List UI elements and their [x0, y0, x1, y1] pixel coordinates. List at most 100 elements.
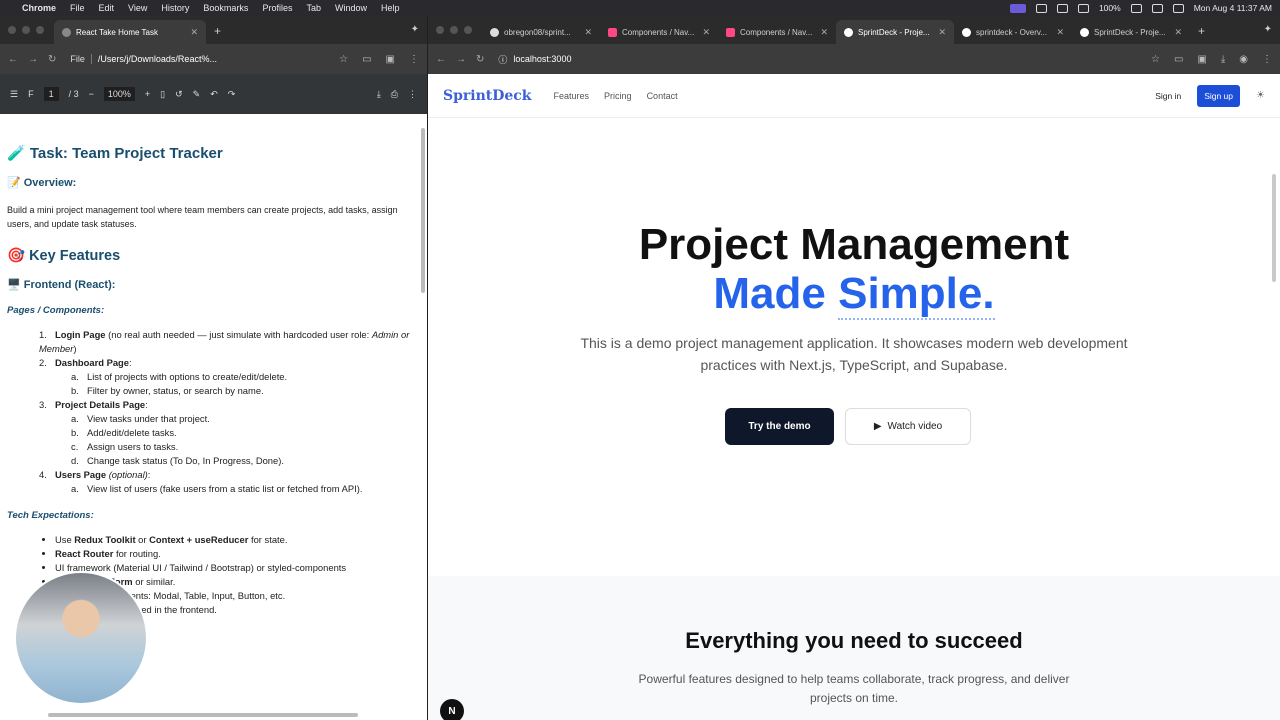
- browser-tab[interactable]: Components / Nav... ✕: [718, 20, 836, 44]
- menu-view[interactable]: View: [128, 3, 147, 13]
- rotate-icon[interactable]: ↺: [175, 89, 183, 100]
- nav-features[interactable]: Features: [554, 91, 590, 101]
- site-logo[interactable]: SprintDeck: [443, 88, 532, 104]
- more-vert-icon[interactable]: ⋮: [408, 89, 417, 100]
- url-text[interactable]: /Users/j/Downloads/React%...: [98, 54, 217, 64]
- forward-icon[interactable]: →: [456, 54, 466, 65]
- url-field[interactable]: ⓘ localhost:3000: [494, 49, 1141, 69]
- bookmark-star-icon[interactable]: ☆: [1151, 54, 1160, 65]
- extensions-icon[interactable]: ▣: [386, 54, 395, 65]
- screen-record-icon[interactable]: [1009, 3, 1026, 13]
- menu-history[interactable]: History: [161, 3, 189, 13]
- back-icon[interactable]: ←: [436, 54, 446, 65]
- cast-icon[interactable]: ▭: [1174, 54, 1183, 65]
- new-tab-button[interactable]: +: [206, 24, 229, 44]
- tab-react-take-home[interactable]: React Take Home Task ✕: [54, 20, 206, 44]
- browser-tab[interactable]: SprintDeck - Proje... ✕: [1072, 20, 1190, 44]
- profile-icon[interactable]: ◉: [1239, 54, 1248, 65]
- close-window-button[interactable]: [436, 26, 444, 34]
- nextjs-dev-badge[interactable]: N: [440, 699, 464, 720]
- sub-letter: a.: [71, 413, 79, 424]
- window-controls: [428, 26, 482, 44]
- extensions-icon[interactable]: ▣: [1197, 54, 1206, 65]
- try-demo-button[interactable]: Try the demo: [725, 408, 834, 445]
- minimize-window-button[interactable]: [22, 26, 30, 34]
- cast-icon[interactable]: ▭: [362, 54, 371, 65]
- zoom-level[interactable]: 100%: [103, 87, 135, 101]
- close-tab-icon[interactable]: ✕: [1056, 27, 1064, 38]
- horizontal-scrollbar[interactable]: [48, 713, 358, 717]
- tech-text: or: [135, 534, 150, 545]
- reload-icon[interactable]: ↻: [476, 54, 484, 65]
- forward-icon[interactable]: →: [28, 54, 38, 65]
- site-info-icon[interactable]: ⓘ: [498, 53, 507, 66]
- download-icon[interactable]: ⤓: [377, 89, 381, 100]
- tab-strip: obregon08/sprint... ✕ Components / Nav... ✕…: [428, 16, 1280, 44]
- search-icon[interactable]: [1172, 3, 1184, 13]
- close-tab-icon[interactable]: ✕: [702, 27, 710, 38]
- close-window-button[interactable]: [8, 26, 16, 34]
- menu-file[interactable]: File: [70, 3, 85, 13]
- sign-in-button[interactable]: Sign in: [1149, 87, 1187, 105]
- url-field[interactable]: File /Users/j/Downloads/React%...: [66, 49, 329, 69]
- tab-search-icon[interactable]: ✦: [1264, 24, 1272, 35]
- more-icon[interactable]: ⋮: [1262, 54, 1272, 65]
- menu-tab[interactable]: Tab: [306, 3, 321, 13]
- undo-icon[interactable]: ↶: [210, 89, 218, 100]
- menu-edit[interactable]: Edit: [99, 3, 115, 13]
- vertical-scrollbar[interactable]: [1272, 174, 1276, 282]
- redo-icon[interactable]: ↷: [228, 89, 236, 100]
- nav-pricing[interactable]: Pricing: [604, 91, 632, 101]
- nav-contact[interactable]: Contact: [647, 91, 678, 101]
- zoom-window-button[interactable]: [464, 26, 472, 34]
- camera-icon[interactable]: [1035, 3, 1047, 13]
- volume-icon[interactable]: [1077, 3, 1089, 13]
- zoom-in-icon[interactable]: +: [145, 89, 150, 99]
- close-tab-icon[interactable]: ✕: [1174, 27, 1182, 38]
- more-icon[interactable]: ⋮: [409, 54, 419, 65]
- tab-search-icon[interactable]: ✦: [411, 24, 419, 35]
- file-chip[interactable]: File: [70, 54, 92, 64]
- page-desc: :: [145, 399, 148, 410]
- app-menu[interactable]: Chrome: [22, 3, 56, 13]
- menu-profiles[interactable]: Profiles: [262, 3, 292, 13]
- print-icon[interactable]: ⎙: [391, 89, 398, 100]
- close-tab-icon[interactable]: ✕: [820, 27, 828, 38]
- tab-strip: React Take Home Task ✕ + ✦: [0, 16, 427, 44]
- sign-up-button[interactable]: Sign up: [1197, 84, 1241, 107]
- watch-video-button[interactable]: ▶ Watch video: [845, 408, 971, 445]
- close-tab-icon[interactable]: ✕: [190, 27, 198, 38]
- browser-tab[interactable]: sprintdeck - Overv... ✕: [954, 20, 1072, 44]
- browser-tab[interactable]: SprintDeck - Proje... ✕: [836, 20, 954, 44]
- menubar-clock[interactable]: Mon Aug 4 11:37 AM: [1194, 3, 1272, 13]
- bookmark-star-icon[interactable]: ☆: [339, 54, 348, 65]
- minimize-window-button[interactable]: [450, 26, 458, 34]
- annotate-icon[interactable]: ✎: [193, 89, 201, 100]
- page-number-input[interactable]: 1: [43, 87, 59, 101]
- zoom-out-icon[interactable]: −: [89, 89, 94, 99]
- page-desc: (no real auth needed — just simulate wit…: [105, 329, 372, 340]
- browser-tab[interactable]: Components / Nav... ✕: [600, 20, 718, 44]
- battery-icon[interactable]: [1130, 3, 1142, 13]
- menu-bookmarks[interactable]: Bookmarks: [203, 3, 248, 13]
- sub-text: Change task status (To Do, In Progress, …: [87, 455, 284, 466]
- close-tab-icon[interactable]: ✕: [584, 27, 592, 38]
- new-tab-button[interactable]: +: [1190, 24, 1213, 44]
- features-description: Powerful features designed to help teams…: [638, 672, 1070, 705]
- download-icon[interactable]: ⤓: [1221, 54, 1225, 65]
- vertical-scrollbar[interactable]: [421, 128, 425, 293]
- reload-icon[interactable]: ↻: [48, 54, 56, 65]
- menu-help[interactable]: Help: [381, 3, 400, 13]
- zoom-window-button[interactable]: [36, 26, 44, 34]
- tech-text: Use: [55, 534, 75, 545]
- back-icon[interactable]: ←: [8, 54, 18, 65]
- menu-window[interactable]: Window: [335, 3, 367, 13]
- hamburger-menu-icon[interactable]: ☰: [10, 89, 18, 100]
- browser-tab[interactable]: obregon08/sprint... ✕: [482, 20, 600, 44]
- wifi-icon[interactable]: [1151, 3, 1163, 13]
- url-text[interactable]: localhost:3000: [513, 54, 571, 64]
- theme-toggle-icon[interactable]: ☀: [1256, 90, 1265, 101]
- close-tab-icon[interactable]: ✕: [938, 27, 946, 38]
- display-icon[interactable]: [1056, 3, 1068, 13]
- fit-page-icon[interactable]: ▯: [160, 89, 165, 100]
